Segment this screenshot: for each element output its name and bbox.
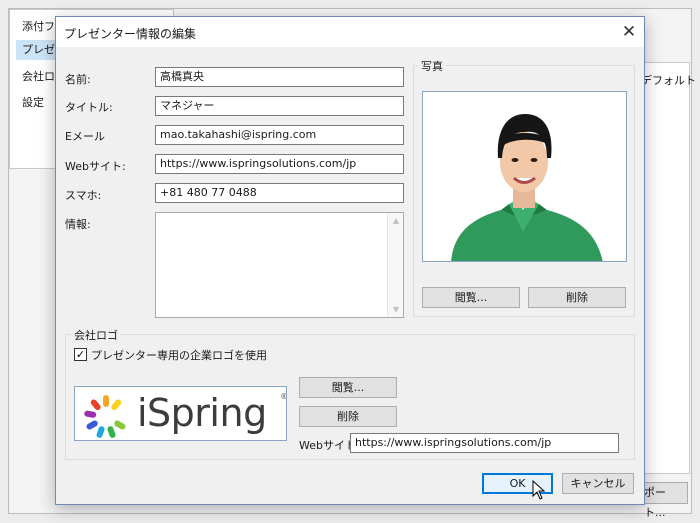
company-logo-preview: iSpring ® <box>74 386 287 441</box>
info-text <box>156 213 403 219</box>
info-textarea[interactable]: ▲ ▼ <box>155 212 404 318</box>
info-label: 情報: <box>65 218 91 231</box>
ispring-logo-mark-icon <box>84 395 126 438</box>
photo-group-title: 写真 <box>418 58 446 74</box>
use-presenter-logo-label[interactable]: プレゼンター専用の企業ロゴを使用 <box>91 347 267 363</box>
cancel-button[interactable]: キャンセル <box>562 473 634 494</box>
edit-presenter-dialog: プレゼンター情報の編集 ✕ 名前: タイトル: Eメール Webサイト: スマホ… <box>55 16 645 505</box>
dialog-titlebar: プレゼンター情報の編集 ✕ <box>56 17 644 47</box>
name-field[interactable]: 高橋真央 <box>155 67 404 87</box>
presenter-photo-image <box>423 92 626 261</box>
close-icon[interactable]: ✕ <box>614 17 644 47</box>
background-default-label: デフォルト <box>641 74 696 87</box>
background-export-button[interactable]: ポート... <box>644 482 688 519</box>
title-label: タイトル: <box>65 101 113 114</box>
logo-delete-button[interactable]: 削除 <box>299 406 397 427</box>
presenter-photo <box>422 91 627 262</box>
company-logo-group-title: 会社ロゴ <box>71 327 121 343</box>
email-field[interactable]: mao.takahashi@ispring.com <box>155 125 404 145</box>
info-scrollbar[interactable]: ▲ ▼ <box>387 213 403 317</box>
logo-browse-button[interactable]: 閲覧... <box>299 377 397 398</box>
registered-mark: ® <box>280 392 286 401</box>
dialog-title: プレゼンター情報の編集 <box>64 27 197 41</box>
mouse-cursor-icon <box>532 480 546 500</box>
phone-field[interactable]: +81 480 77 0488 <box>155 183 404 203</box>
scroll-up-icon[interactable]: ▲ <box>388 216 404 225</box>
sidebar-item-settings[interactable]: 設定 <box>22 94 44 110</box>
website-label: Webサイト: <box>65 160 126 173</box>
ispring-logo-text: iSpring <box>137 391 267 435</box>
phone-label: スマホ: <box>65 189 102 202</box>
photo-browse-button[interactable]: 閲覧... <box>422 287 520 308</box>
background-list-panel <box>640 62 690 474</box>
title-field[interactable]: マネジャー <box>155 96 404 116</box>
website-field[interactable]: https://www.ispringsolutions.com/jp <box>155 154 404 174</box>
use-presenter-logo-checkbox[interactable]: ✓ <box>74 348 87 361</box>
logo-website-field[interactable]: https://www.ispringsolutions.com/jp <box>350 433 619 453</box>
name-label: 名前: <box>65 73 91 86</box>
email-label: Eメール <box>65 130 105 143</box>
photo-delete-button[interactable]: 削除 <box>528 287 626 308</box>
scroll-down-icon[interactable]: ▼ <box>388 305 404 314</box>
